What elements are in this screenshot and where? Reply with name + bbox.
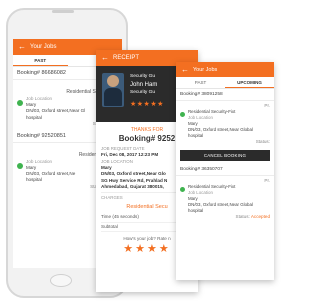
tab-bar: PAST UPCOMING — [176, 77, 274, 89]
time-label: Time (45 seconds) — [101, 214, 139, 220]
back-arrow-icon[interactable]: ← — [18, 43, 26, 51]
driver-rating-stars-icon: ★★★★★ — [130, 101, 164, 108]
screen-title: Your Jobs — [30, 44, 57, 50]
address-line: DN/03, Oxford street,Near Gl — [26, 108, 86, 114]
screen-title: RECEIPT — [113, 55, 140, 61]
list-item[interactable]: Booking# 38091258 Pr. Residential Securi… — [176, 89, 274, 147]
address-line: hospital — [26, 114, 42, 120]
driver-label: Security Gu — [130, 74, 156, 79]
address-line: hospital — [26, 177, 42, 183]
tab-past[interactable]: PAST — [176, 77, 225, 88]
status-text: Status: — [180, 139, 270, 145]
driver-photo-head — [107, 75, 119, 87]
location-dot-icon — [180, 187, 185, 193]
list-item[interactable]: Booking# 36350707 Pr. Residential Securi… — [176, 164, 274, 222]
status-value: Accepted — [250, 213, 270, 219]
back-arrow-icon[interactable]: ← — [181, 65, 189, 74]
cancel-booking-button[interactable]: CANCEL BOOKING — [180, 150, 270, 162]
booking-number: Booking# 36350707 — [176, 164, 274, 177]
tab-past[interactable]: PAST — [13, 55, 68, 66]
tab-upcoming[interactable]: UPCOMING — [225, 77, 274, 88]
location-dot-icon — [180, 112, 185, 118]
phone-home-button[interactable] — [50, 274, 72, 287]
status-label: Status: — [235, 213, 250, 219]
driver-name: John Ham — [130, 81, 158, 88]
location-dot-icon — [17, 99, 23, 106]
upcoming-jobs-screen: ← Your Jobs PAST UPCOMING Booking# 38091… — [176, 62, 274, 280]
address-line: hospital — [188, 132, 204, 138]
driver-photo-body — [104, 88, 122, 106]
driver-role: Security Gu — [130, 89, 156, 95]
app-bar: ← Your Jobs — [176, 62, 274, 77]
driver-info: Security Gu John Ham Security Gu — [130, 74, 157, 97]
phone-speaker — [52, 10, 74, 13]
screen-title: Your Jobs — [193, 66, 218, 73]
status-label: Status: — [255, 138, 270, 144]
back-arrow-icon[interactable]: ← — [101, 54, 109, 62]
subtotal-label: Subtotal — [101, 223, 118, 229]
booking-number: Booking# 38091258 — [176, 89, 274, 101]
location-dot-icon — [17, 162, 23, 169]
status-text: Status: Accepted — [180, 213, 271, 220]
